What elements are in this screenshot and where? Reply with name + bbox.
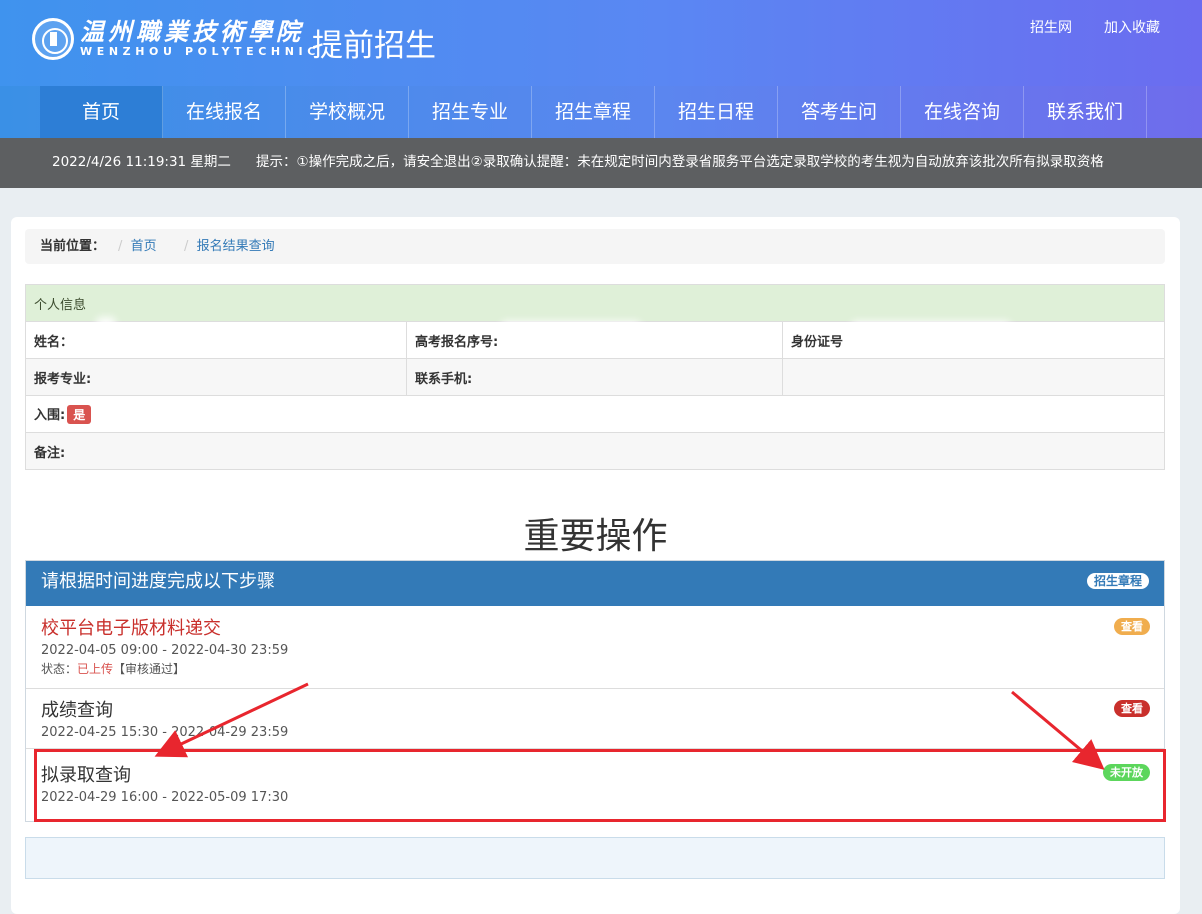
major-label: 报考专业: bbox=[25, 358, 407, 396]
nav-online-apply[interactable]: 在线报名 bbox=[163, 86, 286, 138]
step-item: 成绩查询 2022-04-25 15:30 - 2022-04-29 23:59… bbox=[26, 689, 1164, 749]
school-seal-icon bbox=[32, 18, 74, 60]
step-status-uploaded: 已上传 bbox=[77, 662, 114, 676]
main-nav: 首页 在线报名 学校概况 招生专业 招生章程 招生日程 答考生问 在线咨询 联系… bbox=[0, 86, 1202, 138]
nav-faq[interactable]: 答考生问 bbox=[778, 86, 901, 138]
breadcrumb-current[interactable]: 报名结果查询 bbox=[197, 239, 275, 254]
shortlist-label: 入围: bbox=[34, 408, 66, 423]
steps-panel-title: 请根据时间进度完成以下步骤 bbox=[41, 571, 275, 592]
top-links: 招生网 加入收藏 bbox=[1030, 17, 1160, 37]
redaction bbox=[501, 321, 641, 331]
redaction bbox=[851, 321, 1011, 331]
nav-majors[interactable]: 招生专业 bbox=[409, 86, 532, 138]
personal-info-title: 个人信息 bbox=[25, 284, 1165, 322]
nav-contact[interactable]: 联系我们 bbox=[1024, 86, 1147, 138]
empty-cell bbox=[782, 358, 1165, 396]
highlight-box bbox=[34, 749, 1166, 822]
page-subtitle: 提前招生 bbox=[312, 28, 436, 64]
bottom-panel bbox=[25, 837, 1165, 879]
step-name[interactable]: 成绩查询 bbox=[41, 696, 1164, 722]
school-wordmark: 温州職業技術學院 WENZHOU POLYTECHNIC bbox=[80, 19, 320, 59]
school-name-en: WENZHOU POLYTECHNIC bbox=[80, 45, 320, 58]
current-datetime: 2022/4/26 11:19:31 星期二 bbox=[52, 154, 231, 170]
breadcrumb-home-wrap: / 首页 bbox=[118, 229, 157, 264]
view-button[interactable]: 查看 bbox=[1114, 700, 1150, 717]
phone-label: 联系手机: bbox=[406, 358, 783, 396]
step-status-label: 状态： bbox=[41, 662, 78, 676]
step-status-review: 【审核通过】 bbox=[113, 662, 186, 676]
breadcrumb-label: 当前位置： bbox=[40, 239, 106, 254]
school-logo[interactable]: 温州職業技術學院 WENZHOU POLYTECHNIC bbox=[32, 18, 320, 60]
notice-bar: 2022/4/26 11:19:31 星期二 提示：①操作完成之后，请安全退出②… bbox=[0, 138, 1202, 188]
step-time: 2022-04-05 09:00 - 2022-04-30 23:59 bbox=[41, 643, 289, 658]
recruit-site-link[interactable]: 招生网 bbox=[1030, 17, 1072, 37]
shortlist-row: 入围: 是 bbox=[25, 395, 1165, 433]
step-time: 2022-04-25 15:30 - 2022-04-29 23:59 bbox=[41, 725, 289, 740]
step-item: 校平台电子版材料递交 2022-04-05 09:00 - 2022-04-30… bbox=[26, 606, 1164, 689]
site-header: 温州職業技術學院 WENZHOU POLYTECHNIC 提前招生 招生网 加入… bbox=[0, 0, 1202, 86]
important-ops-title: 重要操作 bbox=[523, 516, 668, 557]
breadcrumb-sep: / bbox=[184, 239, 189, 254]
step-status: 状态：已上传【审核通过】 bbox=[41, 660, 1164, 677]
view-button[interactable]: 查看 bbox=[1114, 618, 1150, 635]
remark-label: 备注: bbox=[25, 432, 1165, 470]
breadcrumb-home-link[interactable]: 首页 bbox=[131, 239, 157, 254]
shortlist-badge: 是 bbox=[67, 405, 92, 424]
nav-home[interactable]: 首页 bbox=[40, 86, 163, 138]
nav-school-overview[interactable]: 学校概况 bbox=[286, 86, 409, 138]
breadcrumb: 当前位置： / 首页 / 报名结果查询 bbox=[25, 229, 1165, 264]
redaction bbox=[96, 317, 116, 329]
add-favorite-link[interactable]: 加入收藏 bbox=[1104, 17, 1160, 37]
name-label: 姓名： bbox=[25, 321, 407, 359]
steps-panel-header: 请根据时间进度完成以下步骤 招生章程 bbox=[26, 561, 1164, 606]
nav-schedule[interactable]: 招生日程 bbox=[655, 86, 778, 138]
step-name[interactable]: 校平台电子版材料递交 bbox=[41, 614, 1164, 640]
nav-online-consult[interactable]: 在线咨询 bbox=[901, 86, 1024, 138]
admission-rules-badge[interactable]: 招生章程 bbox=[1086, 573, 1149, 589]
personal-info-table: 个人信息 姓名： 高考报名序号: 身份证号 报考专业: 联系手机: 入围: 是 备… bbox=[25, 284, 1165, 470]
breadcrumb-current-wrap: / 报名结果查询 bbox=[184, 229, 275, 264]
notice-message: 提示：①操作完成之后，请安全退出②录取确认提醒：未在规定时间内登录省服务平台选定… bbox=[256, 154, 1104, 170]
breadcrumb-sep: / bbox=[118, 239, 123, 254]
school-name-cn: 温州職業技術學院 bbox=[80, 17, 304, 46]
nav-admission-rules[interactable]: 招生章程 bbox=[532, 86, 655, 138]
